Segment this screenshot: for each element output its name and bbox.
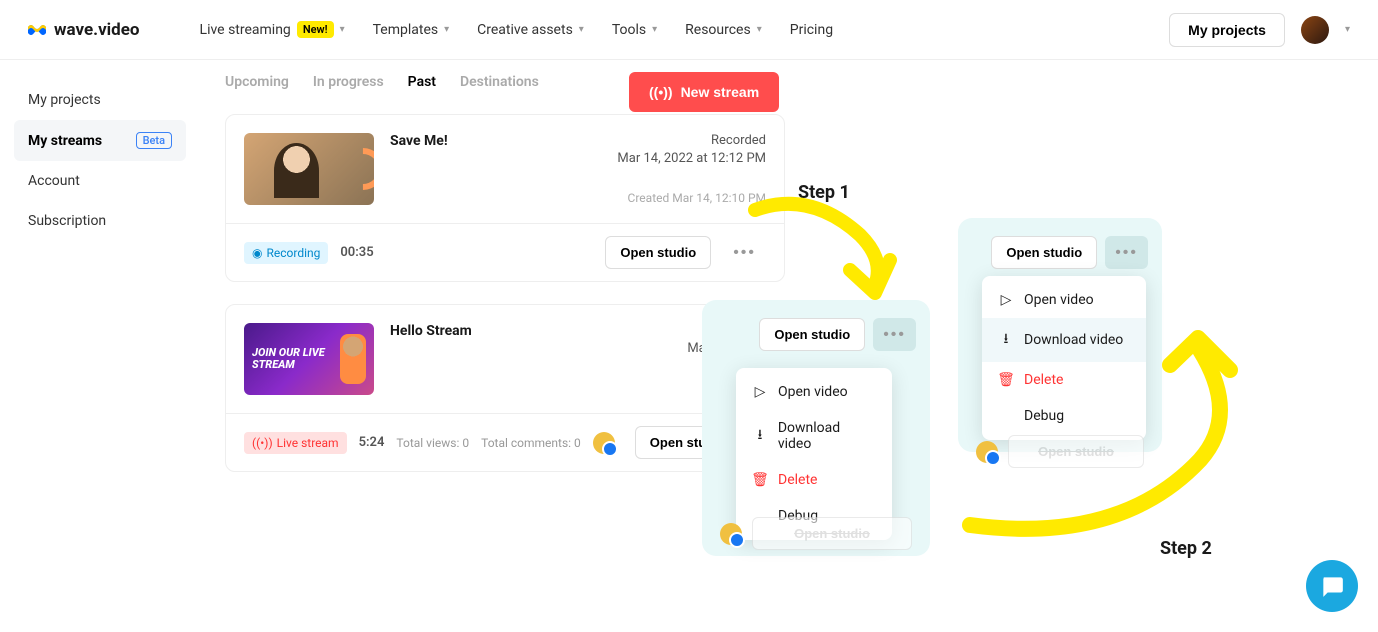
duration: 00:35 — [340, 245, 373, 260]
download-icon: ⭳ — [752, 424, 768, 448]
menu-open-video[interactable]: ▷ Open video — [982, 282, 1146, 318]
chat-icon — [1319, 573, 1345, 599]
broadcast-icon: ((•)) — [649, 84, 673, 100]
nav-creative-assets[interactable]: Creative assets ▾ — [477, 22, 584, 38]
main: Upcoming In progress Past Destinations (… — [225, 74, 785, 494]
logo[interactable]: wave.video — [28, 20, 140, 40]
new-badge: New! — [297, 21, 334, 38]
context-menu: ▷ Open video ⭳ Download video 🗑 Delete D… — [736, 368, 892, 540]
tab-past[interactable]: Past — [408, 74, 436, 90]
stream-title: Save Me! — [390, 133, 448, 149]
play-icon: ▷ — [998, 292, 1014, 308]
stream-status: Recorded — [711, 133, 766, 149]
logo-icon — [28, 23, 48, 37]
top-nav: Live streaming New! ▾ Templates ▾ Creati… — [200, 21, 834, 38]
stream-thumbnail[interactable] — [244, 133, 374, 205]
nav-tools[interactable]: Tools ▾ — [612, 22, 657, 38]
annotation-arrow-icon — [740, 195, 910, 315]
nav-pricing[interactable]: Pricing — [790, 22, 833, 38]
nav-live-streaming[interactable]: Live streaming New! ▾ — [200, 21, 345, 38]
open-studio-button[interactable]: Open studio — [605, 236, 711, 269]
header: wave.video Live streaming New! ▾ Templat… — [0, 0, 1378, 60]
tab-in-progress[interactable]: In progress — [313, 74, 384, 90]
chevron-down-icon: ▾ — [444, 24, 449, 35]
menu-open-video[interactable]: ▷ Open video — [736, 374, 892, 410]
open-studio-button[interactable]: Open studio — [991, 236, 1097, 269]
stream-date: Mar 14, 2022 at 12:12 PM — [390, 151, 766, 166]
header-right: My projects ▾ — [1169, 13, 1350, 47]
menu-delete[interactable]: 🗑 Delete — [736, 462, 892, 498]
comments-stat: Total comments: 0 — [481, 436, 581, 450]
play-icon: ▷ — [752, 384, 768, 400]
nav-templates[interactable]: Templates ▾ — [373, 22, 450, 38]
sidebar-my-projects[interactable]: My projects — [14, 80, 186, 120]
chevron-down-icon: ▾ — [757, 24, 762, 35]
annotation-arrow-icon — [950, 320, 1250, 550]
stream-created: Created Mar 14, 12:10 PM — [390, 191, 766, 205]
menu-download-video[interactable]: ⭳ Download video — [736, 410, 892, 462]
beta-badge: Beta — [136, 132, 172, 149]
sidebar-my-streams[interactable]: My streams Beta — [14, 120, 186, 161]
open-studio-button[interactable]: Open studio — [759, 318, 865, 351]
stream-card: Save Me! Recorded Mar 14, 2022 at 12:12 … — [225, 114, 785, 282]
stream-thumbnail[interactable]: JOIN OUR LIVE STREAM — [244, 323, 374, 395]
chevron-down-icon: ▾ — [652, 24, 657, 35]
views-stat: Total views: 0 — [396, 436, 469, 450]
stream-card: JOIN OUR LIVE STREAM Hello Stream Str Ma… — [225, 304, 785, 472]
my-projects-button[interactable]: My projects — [1169, 13, 1285, 47]
step1-popout: Open studio ••• ▷ Open video ⭳ Download … — [702, 300, 930, 556]
trash-icon: 🗑 — [752, 472, 768, 488]
more-button[interactable]: ••• — [873, 318, 916, 351]
nav-resources[interactable]: Resources ▾ — [685, 22, 762, 38]
more-button[interactable]: ••• — [1105, 236, 1148, 269]
brand-name: wave.video — [54, 20, 140, 40]
open-studio-button[interactable]: Open studio — [752, 517, 912, 550]
chevron-down-icon: ▾ — [340, 24, 345, 35]
avatar[interactable] — [1301, 16, 1329, 44]
recording-badge: ◉ Recording — [244, 242, 328, 264]
chat-button[interactable] — [1306, 560, 1358, 612]
sidebar: My projects My streams Beta Account Subs… — [0, 60, 200, 261]
destination-icon — [720, 523, 742, 545]
chevron-down-icon: ▾ — [579, 24, 584, 35]
broadcast-icon: ((•)) — [252, 436, 273, 450]
sidebar-subscription[interactable]: Subscription — [14, 201, 186, 241]
sidebar-account[interactable]: Account — [14, 161, 186, 201]
duration: 5:24 — [359, 435, 385, 450]
new-stream-button[interactable]: ((•)) New stream — [629, 72, 779, 112]
record-icon: ◉ — [252, 246, 262, 260]
stream-title: Hello Stream — [390, 323, 472, 339]
destination-icon — [593, 432, 615, 454]
tab-destinations[interactable]: Destinations — [460, 74, 539, 90]
tab-upcoming[interactable]: Upcoming — [225, 74, 289, 90]
live-badge: ((•)) Live stream — [244, 432, 347, 454]
chevron-down-icon[interactable]: ▾ — [1345, 24, 1350, 35]
